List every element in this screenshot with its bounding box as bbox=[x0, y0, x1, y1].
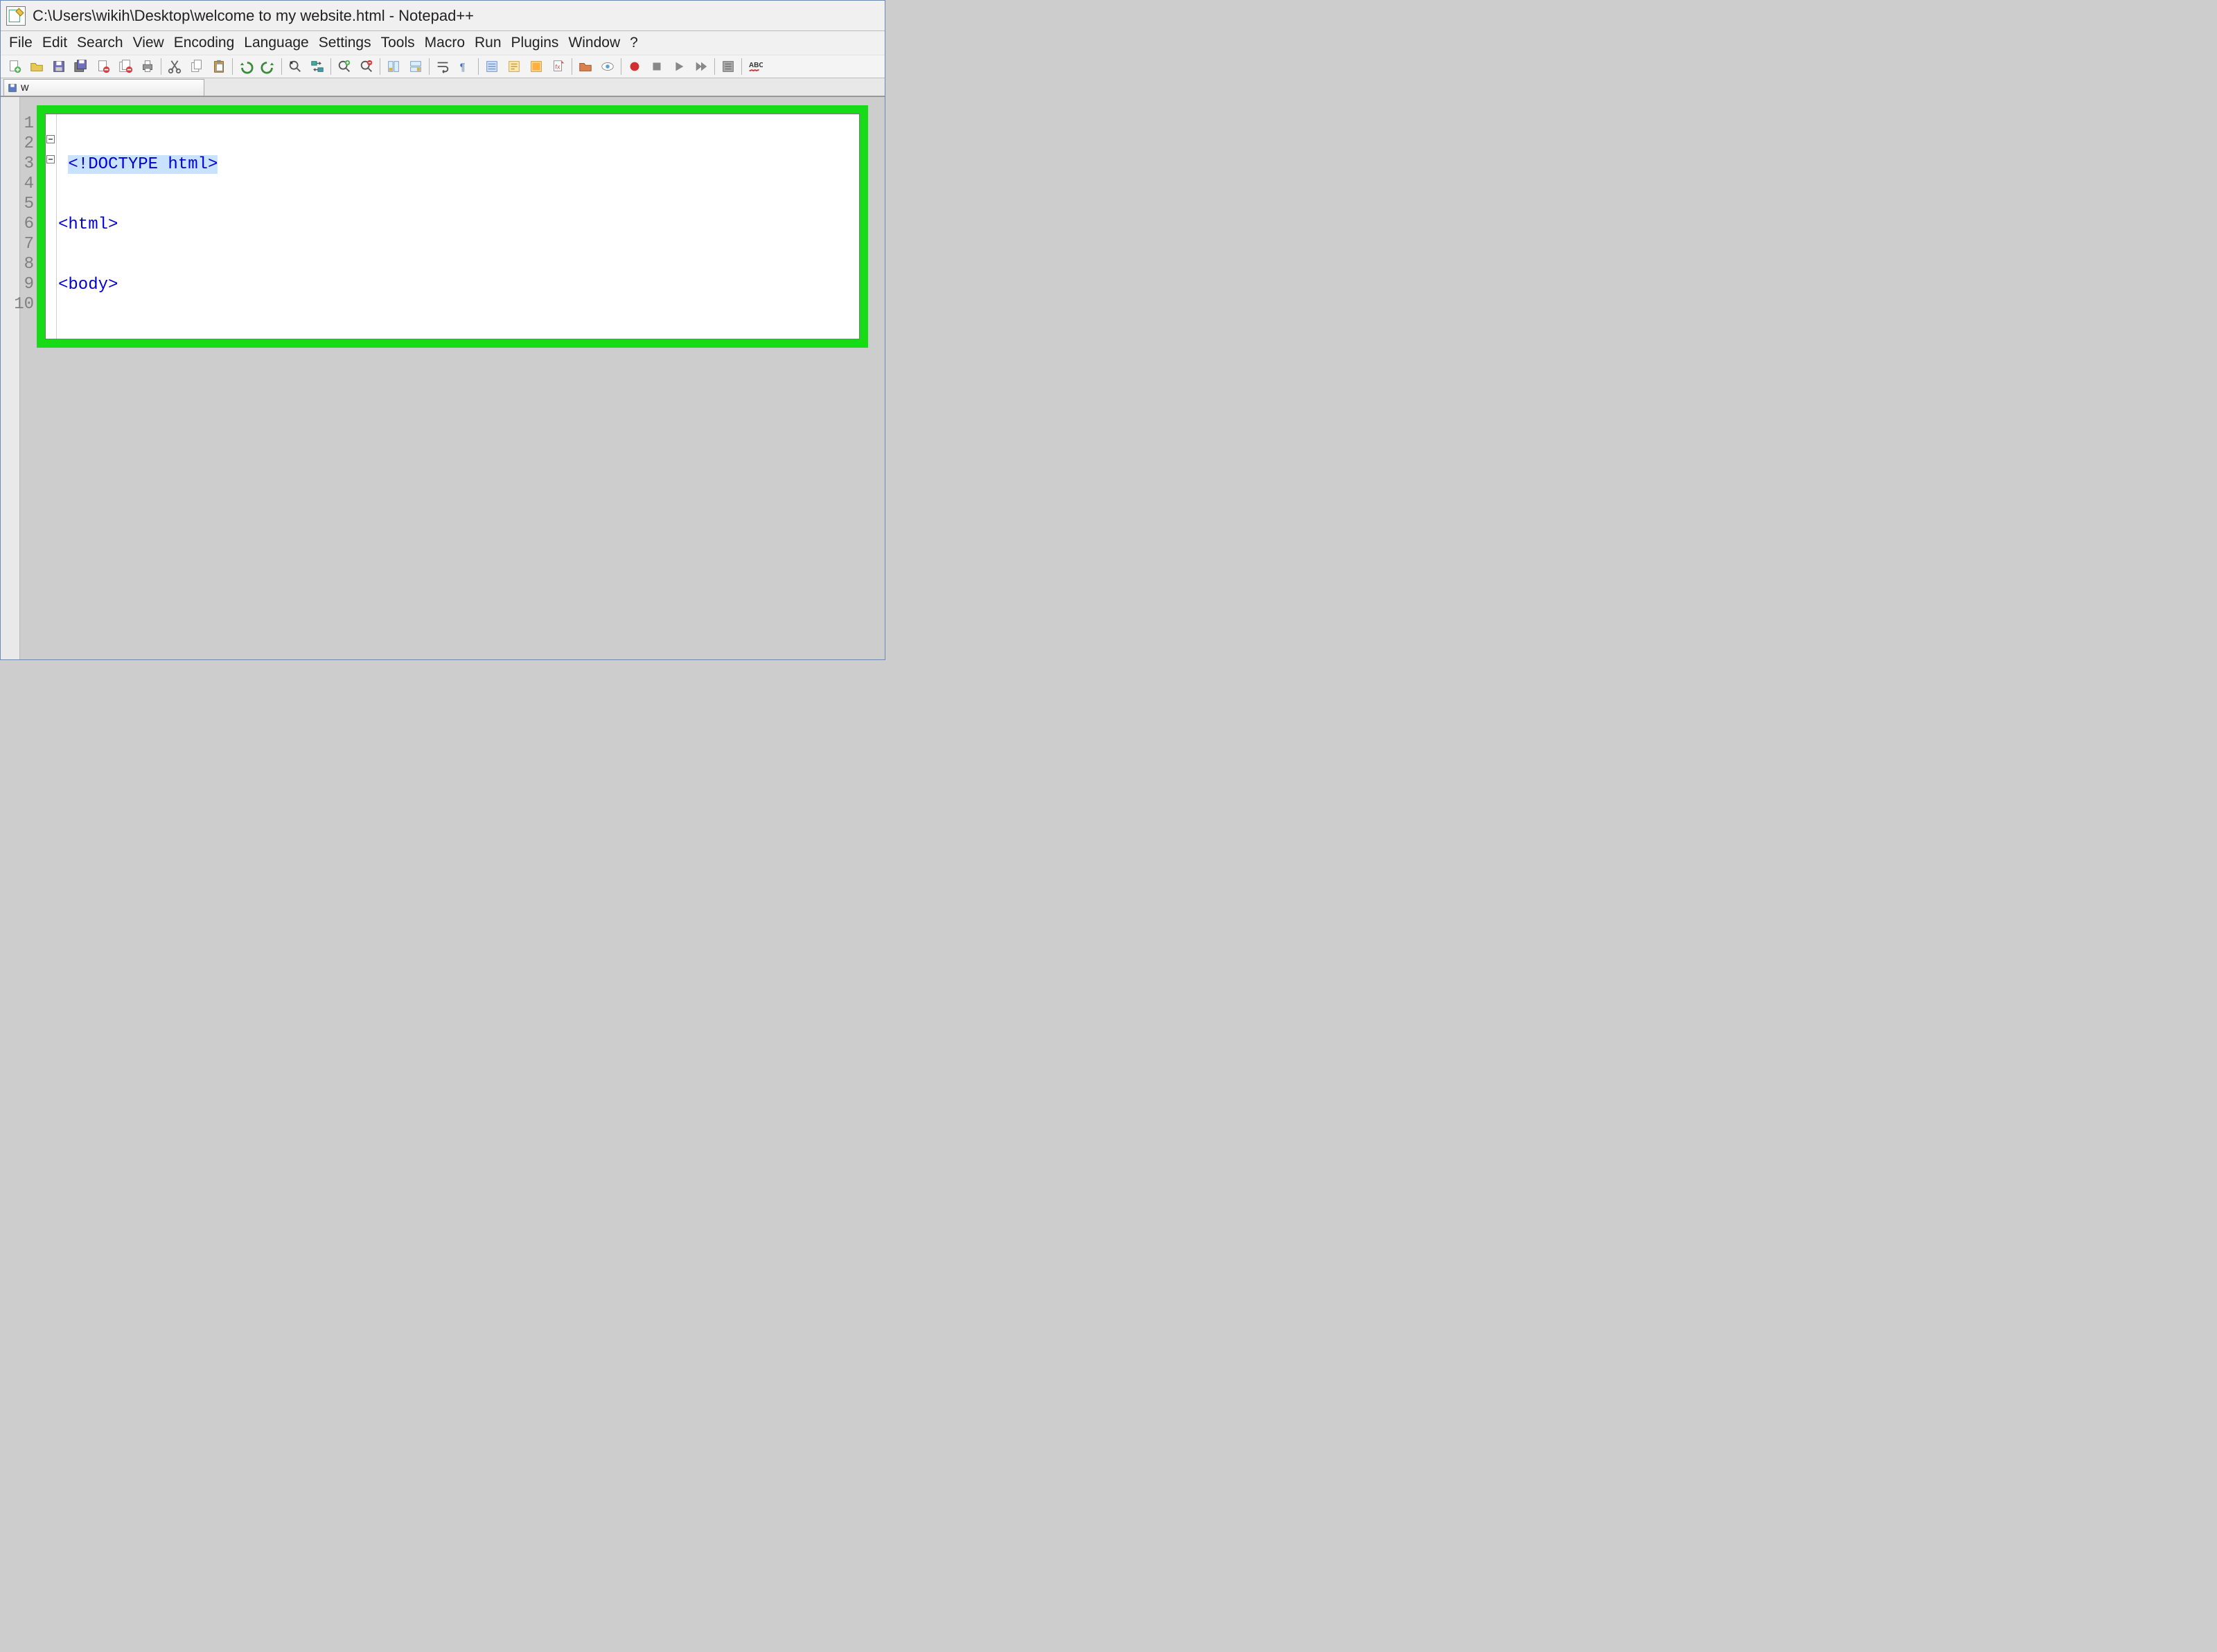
zoom-out-icon[interactable] bbox=[356, 57, 377, 76]
tab-label: w bbox=[21, 82, 29, 94]
indent-guide-icon[interactable] bbox=[482, 57, 502, 76]
save-icon[interactable] bbox=[48, 57, 69, 76]
stop-icon[interactable] bbox=[646, 57, 667, 76]
user-lang-icon[interactable] bbox=[504, 57, 524, 76]
toolbar-separator bbox=[281, 58, 282, 75]
code-token: <body> bbox=[58, 276, 118, 294]
line-number-gutter: 1 2 3 4 5 6 7 8 9 10 bbox=[1, 105, 37, 314]
tabbar: w bbox=[1, 78, 885, 96]
window-title: C:\Users\wikih\Desktop\welcome to my web… bbox=[33, 7, 474, 25]
redo-icon[interactable] bbox=[258, 57, 279, 76]
menu-settings[interactable]: Settings bbox=[315, 33, 376, 53]
undo-icon[interactable] bbox=[236, 57, 256, 76]
svg-text:fx: fx bbox=[555, 64, 560, 71]
monitor-icon[interactable] bbox=[597, 57, 618, 76]
fold-toggle-icon[interactable] bbox=[46, 135, 55, 143]
toolbar-separator bbox=[741, 58, 742, 75]
cut-icon[interactable] bbox=[164, 57, 185, 76]
word-wrap-icon[interactable] bbox=[432, 57, 453, 76]
fold-toggle-icon[interactable] bbox=[46, 155, 55, 163]
copy-icon[interactable] bbox=[186, 57, 207, 76]
zoom-in-icon[interactable] bbox=[334, 57, 355, 76]
code-token: <html> bbox=[58, 215, 118, 234]
sync-v-icon[interactable] bbox=[383, 57, 404, 76]
tab-active-file[interactable]: w bbox=[3, 79, 204, 96]
toolbar-separator bbox=[232, 58, 233, 75]
toolbar-separator bbox=[429, 58, 430, 75]
editor-area: 1 2 3 4 5 6 7 8 9 10 <!DOCTYPE html> <ht… bbox=[1, 96, 885, 659]
save-icon bbox=[7, 82, 18, 94]
menu-language[interactable]: Language bbox=[240, 33, 312, 53]
func-list-icon[interactable]: fx bbox=[548, 57, 569, 76]
menu-search[interactable]: Search bbox=[73, 33, 127, 53]
spellcheck-icon[interactable]: ABC bbox=[745, 57, 766, 76]
code-blank-line bbox=[58, 335, 859, 339]
highlight-overlay: <!DOCTYPE html> <html> <body> <h1><cente… bbox=[37, 105, 868, 348]
save-all-icon[interactable] bbox=[71, 57, 91, 76]
record-icon[interactable] bbox=[624, 57, 645, 76]
toolbar: ¶ fx ABC bbox=[1, 55, 885, 78]
menubar: File Edit Search View Encoding Language … bbox=[1, 31, 885, 55]
find-icon[interactable] bbox=[285, 57, 306, 76]
titlebar: C:\Users\wikih\Desktop\welcome to my web… bbox=[1, 1, 885, 31]
fold-gutter[interactable] bbox=[46, 114, 57, 339]
menu-encoding[interactable]: Encoding bbox=[170, 33, 239, 53]
menu-window[interactable]: Window bbox=[564, 33, 624, 53]
toolbar-separator bbox=[714, 58, 715, 75]
menu-help[interactable]: ? bbox=[626, 33, 642, 53]
menu-tools[interactable]: Tools bbox=[377, 33, 419, 53]
close-file-icon[interactable] bbox=[93, 57, 114, 76]
toolbar-separator bbox=[330, 58, 331, 75]
replace-icon[interactable] bbox=[307, 57, 328, 76]
open-file-icon[interactable] bbox=[26, 57, 47, 76]
code-token: <!DOCTYPE html> bbox=[68, 155, 218, 174]
menu-file[interactable]: File bbox=[5, 33, 37, 53]
save-macro-icon[interactable] bbox=[718, 57, 739, 76]
code-editor[interactable]: <!DOCTYPE html> <html> <body> <h1><cente… bbox=[45, 114, 860, 339]
folder-icon[interactable] bbox=[575, 57, 596, 76]
app-icon bbox=[6, 6, 26, 26]
menu-plugins[interactable]: Plugins bbox=[507, 33, 563, 53]
code-content[interactable]: <!DOCTYPE html> <html> <body> <h1><cente… bbox=[57, 114, 859, 339]
menu-view[interactable]: View bbox=[129, 33, 168, 53]
whitespace-icon[interactable]: ¶ bbox=[454, 57, 475, 76]
toolbar-separator bbox=[478, 58, 479, 75]
play-multi-icon[interactable] bbox=[691, 57, 712, 76]
play-icon[interactable] bbox=[669, 57, 689, 76]
menu-edit[interactable]: Edit bbox=[38, 33, 71, 53]
sync-h-icon[interactable] bbox=[405, 57, 426, 76]
close-all-icon[interactable] bbox=[115, 57, 136, 76]
menu-macro[interactable]: Macro bbox=[421, 33, 469, 53]
menu-run[interactable]: Run bbox=[470, 33, 506, 53]
print-icon[interactable] bbox=[137, 57, 158, 76]
paste-icon[interactable] bbox=[209, 57, 229, 76]
svg-text:¶: ¶ bbox=[460, 62, 466, 73]
new-file-icon[interactable] bbox=[4, 57, 25, 76]
doc-map-icon[interactable] bbox=[526, 57, 547, 76]
svg-text:ABC: ABC bbox=[749, 62, 763, 69]
